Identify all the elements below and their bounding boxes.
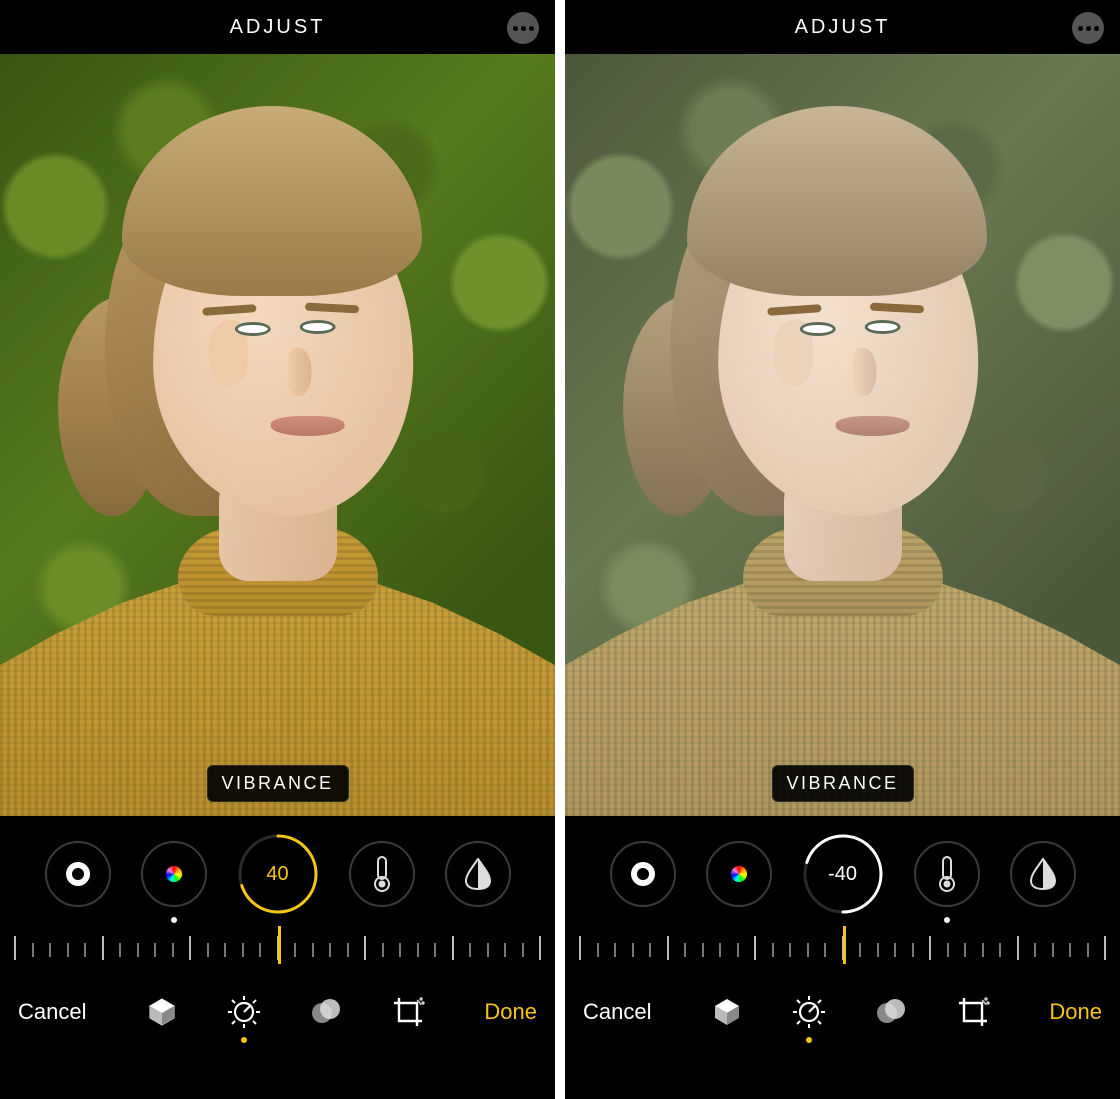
- value-slider[interactable]: [0, 926, 555, 970]
- editor-pane-left: ADJUST VIBRANCE: [0, 0, 555, 1099]
- ellipsis-icon: [1078, 26, 1099, 31]
- cube-icon: [711, 996, 743, 1028]
- slider-indicator[interactable]: [278, 926, 281, 964]
- top-bar: ADJUST: [0, 0, 555, 54]
- photo-subject: [565, 94, 1120, 816]
- cancel-button[interactable]: Cancel: [18, 999, 86, 1025]
- mode-title: ADJUST: [795, 16, 891, 39]
- warmth-dial[interactable]: [914, 841, 980, 907]
- contrast-icon: [631, 862, 655, 886]
- contrast-dial[interactable]: [610, 841, 676, 907]
- photo-subject: [0, 94, 555, 816]
- contrast-icon: [66, 862, 90, 886]
- progress-ring-icon: [802, 833, 884, 915]
- done-button[interactable]: Done: [1049, 999, 1102, 1025]
- photo-preview[interactable]: VIBRANCE: [565, 54, 1120, 816]
- parameter-label: VIBRANCE: [771, 765, 913, 802]
- edited-indicator-dot: [944, 917, 950, 923]
- filters-icon: [309, 995, 343, 1029]
- saturation-icon: [722, 857, 756, 891]
- crop-tool[interactable]: [389, 993, 427, 1031]
- tint-icon: [465, 858, 491, 890]
- adjustment-dial-row[interactable]: 40: [0, 816, 555, 926]
- filters-tool[interactable]: [307, 993, 345, 1031]
- portrait-tool[interactable]: [143, 993, 181, 1031]
- crop-icon: [391, 995, 425, 1029]
- top-bar: ADJUST: [565, 0, 1120, 54]
- warmth-icon: [937, 856, 957, 892]
- portrait-tool[interactable]: [708, 993, 746, 1031]
- vibrance-dial[interactable]: -40: [802, 833, 884, 915]
- ellipsis-icon: [513, 26, 534, 31]
- filters-icon: [874, 995, 908, 1029]
- tint-icon: [1030, 858, 1056, 890]
- saturation-dial[interactable]: [706, 841, 772, 907]
- warmth-icon: [372, 856, 392, 892]
- saturation-icon: [157, 857, 191, 891]
- tool-tabs: [143, 993, 427, 1031]
- adjust-tool[interactable]: [790, 993, 828, 1031]
- progress-ring-icon: [237, 833, 319, 915]
- tint-dial[interactable]: [445, 841, 511, 907]
- saturation-dial[interactable]: [141, 841, 207, 907]
- bottom-toolbar: Cancel: [0, 970, 555, 1054]
- slider-indicator[interactable]: [843, 926, 846, 964]
- tool-tabs: [708, 993, 992, 1031]
- value-slider[interactable]: [565, 926, 1120, 970]
- adjust-tool[interactable]: [225, 993, 263, 1031]
- cube-icon: [146, 996, 178, 1028]
- mode-title: ADJUST: [230, 16, 326, 39]
- crop-icon: [956, 995, 990, 1029]
- parameter-label: VIBRANCE: [206, 765, 348, 802]
- more-button[interactable]: [1072, 12, 1104, 44]
- active-tool-dot: [806, 1037, 812, 1043]
- adjust-icon: [791, 994, 827, 1030]
- photo-preview[interactable]: VIBRANCE: [0, 54, 555, 816]
- warmth-dial[interactable]: [349, 841, 415, 907]
- filters-tool[interactable]: [872, 993, 910, 1031]
- done-button[interactable]: Done: [484, 999, 537, 1025]
- bottom-toolbar: Cancel: [565, 970, 1120, 1054]
- edited-indicator-dot: [171, 917, 177, 923]
- more-button[interactable]: [507, 12, 539, 44]
- contrast-dial[interactable]: [45, 841, 111, 907]
- crop-tool[interactable]: [954, 993, 992, 1031]
- tint-dial[interactable]: [1010, 841, 1076, 907]
- adjust-icon: [226, 994, 262, 1030]
- vibrance-dial[interactable]: 40: [237, 833, 319, 915]
- editor-pane-right: ADJUST VIBRANCE: [565, 0, 1120, 1099]
- adjustment-dial-row[interactable]: -40: [565, 816, 1120, 926]
- cancel-button[interactable]: Cancel: [583, 999, 651, 1025]
- active-tool-dot: [241, 1037, 247, 1043]
